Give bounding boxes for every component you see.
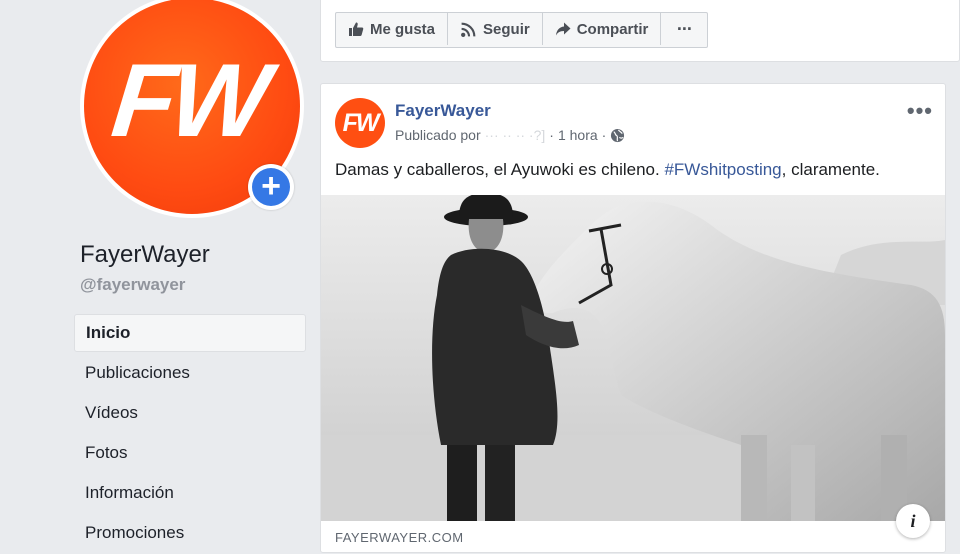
post-options-button[interactable]: ••• <box>907 98 933 124</box>
like-button[interactable]: Me gusta <box>336 13 449 45</box>
post-card: FW FayerWayer Publicado por ··· ·· ·· ·?… <box>320 83 946 553</box>
globe-icon[interactable] <box>610 128 625 143</box>
nav-item-inicio[interactable]: Inicio <box>74 314 306 352</box>
post-text: Damas y caballeros, el Ayuwoki es chilen… <box>335 160 880 180</box>
nav-item-publicaciones[interactable]: Publicaciones <box>74 354 306 392</box>
follow-button[interactable]: Seguir <box>448 13 543 45</box>
nav-item-videos[interactable]: Vídeos <box>74 394 306 432</box>
thumbs-up-icon <box>349 22 364 36</box>
post-text-body: Damas y caballeros, el Ayuwoki es chilen… <box>335 160 665 179</box>
post-text-end: , claramente. <box>781 160 880 179</box>
post-photo-illustration <box>321 195 945 521</box>
profile-picture-area: FW + <box>80 0 304 218</box>
meta-separator: · <box>549 127 554 143</box>
post-author[interactable]: FayerWayer <box>395 101 491 121</box>
more-icon: ··· <box>676 18 693 39</box>
post-avatar[interactable]: FW <box>335 98 385 148</box>
rss-icon <box>461 22 476 37</box>
like-button-label: Me gusta <box>370 20 436 38</box>
page-actions-bar: Me gusta Seguir Compartir ··· <box>335 12 709 48</box>
redacted-publisher: ··· ·· ·· ·?] <box>484 127 546 143</box>
nav-item-informacion[interactable]: Información <box>74 474 306 512</box>
published-by-label: Publicado por <box>395 127 481 143</box>
post-image[interactable] <box>321 195 945 521</box>
page-handle[interactable]: @fayerwayer <box>80 275 185 295</box>
page-actions-card: Me gusta Seguir Compartir ··· <box>320 0 960 62</box>
follow-button-label: Seguir <box>483 20 530 38</box>
meta-separator-2: · <box>601 127 607 143</box>
share-button-label: Compartir <box>576 20 649 38</box>
page-nav: Inicio Publicaciones Vídeos Fotos Inform… <box>74 314 306 554</box>
info-button[interactable]: i <box>896 504 930 538</box>
share-button[interactable]: Compartir <box>543 13 662 45</box>
share-arrow-icon <box>555 22 571 36</box>
post-meta: Publicado por ··· ·· ·· ·?] · 1 hora · <box>395 127 625 143</box>
nav-item-fotos[interactable]: Fotos <box>74 434 306 472</box>
nav-item-promociones[interactable]: Promociones <box>74 514 306 552</box>
more-actions-button[interactable]: ··· <box>661 13 707 45</box>
plus-icon: + <box>252 168 290 206</box>
post-time[interactable]: 1 hora <box>558 127 598 143</box>
add-photo-button[interactable]: + <box>248 164 294 210</box>
link-domain[interactable]: FAYERWAYER.COM <box>335 530 464 545</box>
logo-text: FW <box>107 42 269 159</box>
page-title[interactable]: FayerWayer <box>80 241 210 269</box>
hashtag-link[interactable]: #FWshitposting <box>664 160 781 179</box>
post-avatar-logo: FW <box>342 108 380 137</box>
